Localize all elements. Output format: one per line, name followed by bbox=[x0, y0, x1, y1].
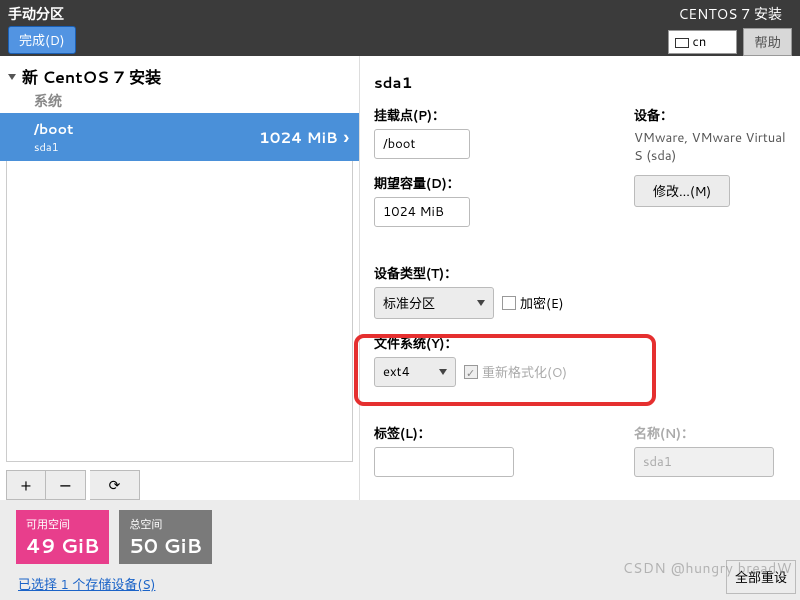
total-space-box: 总空间 50 GiB bbox=[119, 510, 212, 564]
page-title: 手动分区 bbox=[8, 4, 76, 24]
reformat-checkbox[interactable] bbox=[464, 365, 478, 379]
partition-mount: /boot bbox=[34, 119, 259, 139]
mountpoint-label: 挂载点(P)： bbox=[374, 105, 594, 125]
dropdown-icon bbox=[477, 300, 485, 306]
modify-devices-button[interactable]: 修改...(M) bbox=[634, 175, 730, 207]
desired-capacity-group: 期望容量(D)： bbox=[374, 173, 594, 227]
desired-capacity-label: 期望容量(D)： bbox=[374, 173, 594, 193]
available-space-box: 可用空间 49 GiB bbox=[16, 510, 109, 564]
device-type-label: 设备类型(T)： bbox=[374, 263, 786, 283]
header-left: 手动分区 完成(D) bbox=[8, 4, 76, 56]
filesystem-select[interactable]: ext4 bbox=[374, 357, 456, 387]
total-label: 总空间 bbox=[129, 516, 202, 532]
partition-toolbar: + − ⟳ bbox=[6, 470, 353, 500]
chevron-right-icon: › bbox=[344, 124, 349, 150]
mountpoint-group: 挂载点(P)： bbox=[374, 105, 594, 159]
main-area: 新 CentOS 7 安装 系统 /boot sda1 1024 MiB › +… bbox=[0, 56, 800, 500]
tree-empty-space bbox=[6, 161, 353, 462]
header-bar: 手动分区 完成(D) CENTOS 7 安装 cn 帮助 bbox=[0, 0, 800, 56]
tree-root[interactable]: 新 CentOS 7 安装 bbox=[0, 56, 359, 91]
available-value: 49 GiB bbox=[26, 532, 99, 560]
keyboard-icon bbox=[675, 38, 689, 48]
help-button[interactable]: 帮助 bbox=[743, 28, 792, 56]
filesystem-value: ext4 bbox=[383, 363, 410, 381]
reformat-option[interactable]: 重新格式化(O) bbox=[464, 362, 567, 382]
bottom-bar: 可用空间 49 GiB 总空间 50 GiB bbox=[0, 500, 800, 564]
refresh-button[interactable]: ⟳ bbox=[90, 470, 140, 500]
device-type-select[interactable]: 标准分区 bbox=[374, 287, 494, 319]
partition-row-boot[interactable]: /boot sda1 1024 MiB › bbox=[0, 113, 359, 161]
name-input bbox=[634, 447, 774, 477]
name-field-label: 名称(N)： bbox=[634, 423, 774, 443]
name-group: 名称(N)： bbox=[634, 423, 774, 477]
device-type-group: 设备类型(T)： 标准分区 加密(E) bbox=[374, 263, 786, 319]
partition-device: sda1 bbox=[34, 139, 259, 155]
partition-size: 1024 MiB bbox=[259, 127, 338, 148]
label-group: 标签(L)： bbox=[374, 423, 594, 477]
available-label: 可用空间 bbox=[26, 516, 99, 532]
devices-group: 设备： VMware, VMware Virtual S (sda) 修改...… bbox=[634, 105, 786, 207]
mountpoint-input[interactable] bbox=[374, 129, 470, 159]
keyboard-layout-label: cn bbox=[693, 33, 707, 51]
detail-title: sda1 bbox=[374, 72, 786, 93]
keyboard-layout-select[interactable]: cn bbox=[668, 30, 738, 54]
device-type-value: 标准分区 bbox=[383, 293, 435, 313]
dropdown-icon bbox=[439, 369, 447, 375]
encrypt-option[interactable]: 加密(E) bbox=[502, 293, 564, 313]
encrypt-checkbox[interactable] bbox=[502, 296, 516, 310]
encrypt-label: 加密(E) bbox=[520, 293, 564, 313]
filesystem-label: 文件系统(Y)： bbox=[374, 333, 786, 353]
total-value: 50 GiB bbox=[129, 532, 202, 560]
done-button[interactable]: 完成(D) bbox=[8, 26, 76, 54]
remove-partition-button[interactable]: − bbox=[46, 470, 86, 500]
installer-title: CENTOS 7 安装 bbox=[668, 4, 792, 24]
header-right: CENTOS 7 安装 cn 帮助 bbox=[668, 4, 792, 56]
label-input[interactable] bbox=[374, 447, 514, 477]
add-partition-button[interactable]: + bbox=[6, 470, 46, 500]
tree-section-system: 系统 bbox=[0, 91, 359, 113]
desired-capacity-input[interactable] bbox=[374, 197, 470, 227]
reformat-label: 重新格式化(O) bbox=[482, 362, 567, 382]
reset-all-button[interactable]: 全部重设 bbox=[726, 560, 796, 594]
filesystem-group: 文件系统(Y)： ext4 重新格式化(O) bbox=[374, 333, 786, 387]
label-field-label: 标签(L)： bbox=[374, 423, 594, 443]
caret-down-icon bbox=[8, 74, 16, 80]
partition-info: /boot sda1 bbox=[34, 119, 259, 155]
devices-text: VMware, VMware Virtual S (sda) bbox=[634, 129, 786, 165]
storage-devices-link[interactable]: 已选择 1 个存储设备(S) bbox=[0, 574, 800, 594]
devices-label: 设备： bbox=[634, 105, 786, 125]
tree-root-label: 新 CentOS 7 安装 bbox=[22, 64, 161, 89]
partition-detail-pane: sda1 挂载点(P)： 期望容量(D)： 设备： VMware, VMware… bbox=[360, 56, 800, 500]
partition-tree-pane: 新 CentOS 7 安装 系统 /boot sda1 1024 MiB › +… bbox=[0, 56, 360, 500]
